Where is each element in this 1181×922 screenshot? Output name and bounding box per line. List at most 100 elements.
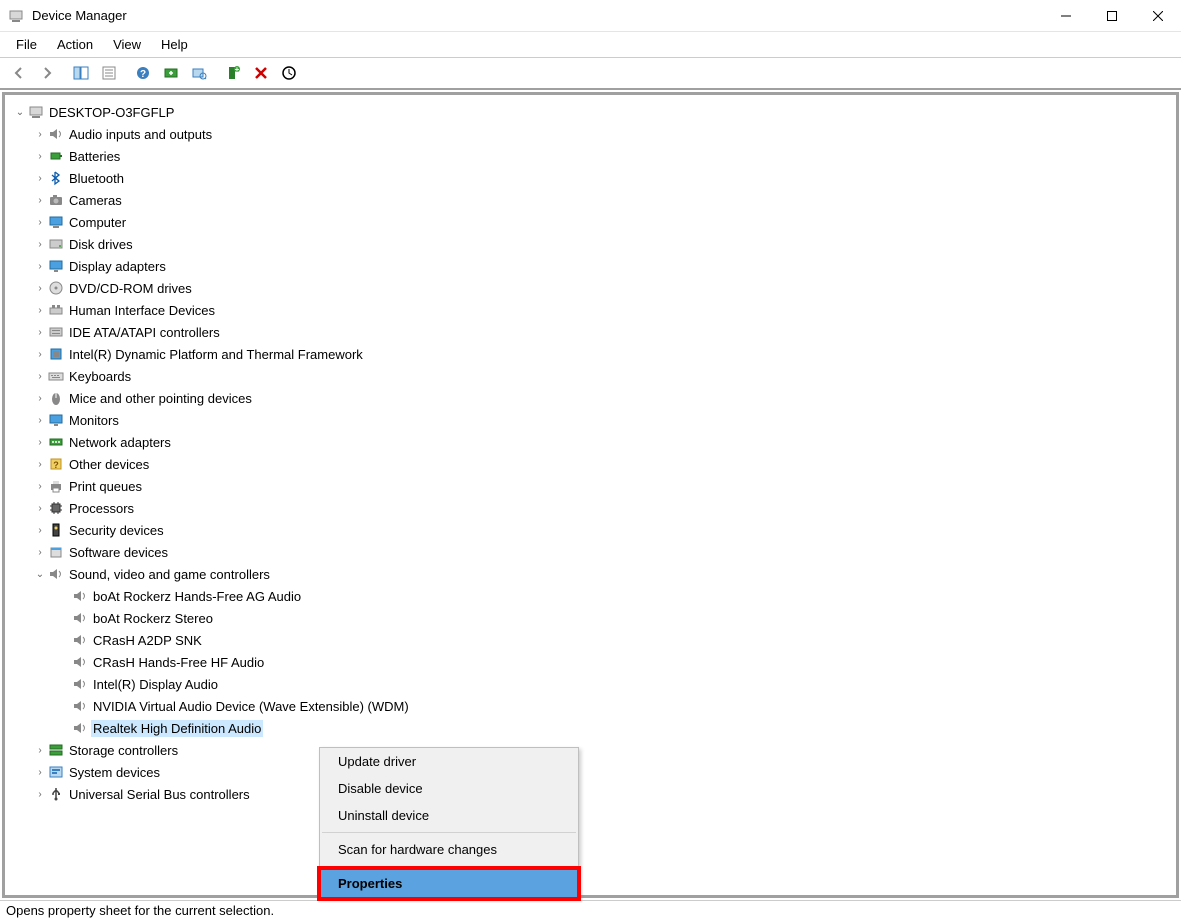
tree-item-cat-7[interactable]: › DVD/CD-ROM drives: [29, 277, 1172, 299]
tree-item-cat-10[interactable]: › Intel(R) Dynamic Platform and Thermal F…: [29, 343, 1172, 365]
minimize-button[interactable]: [1043, 0, 1089, 32]
help-button[interactable]: ?: [130, 61, 156, 85]
tree-item-dev-20-3[interactable]: CRasH Hands-Free HF Audio: [53, 651, 1172, 673]
tree-item-cat-23[interactable]: › Universal Serial Bus controllers: [29, 783, 1172, 805]
tree-label[interactable]: Sound, video and game controllers: [67, 566, 272, 583]
expander-closed-icon[interactable]: ›: [33, 305, 47, 316]
context-menu-item-scan-for-hardware-changes[interactable]: Scan for hardware changes: [320, 836, 578, 863]
tree-label[interactable]: DVD/CD-ROM drives: [67, 280, 194, 297]
context-menu-item-properties[interactable]: Properties: [320, 870, 578, 897]
tree-item-cat-21[interactable]: › Storage controllers: [29, 739, 1172, 761]
context-menu-item-disable-device[interactable]: Disable device: [320, 775, 578, 802]
expander-closed-icon[interactable]: ›: [33, 173, 47, 184]
menu-help[interactable]: Help: [153, 35, 196, 54]
tree-item-cat-17[interactable]: ›Processors: [29, 497, 1172, 519]
expander-closed-icon[interactable]: ›: [33, 129, 47, 140]
scan-hardware-toolbar-button[interactable]: [186, 61, 212, 85]
tree-item-cat-22[interactable]: › System devices: [29, 761, 1172, 783]
tree-item-dev-20-0[interactable]: boAt Rockerz Hands-Free AG Audio: [53, 585, 1172, 607]
tree-item-root[interactable]: ⌄ DESKTOP-O3FGFLP: [9, 101, 1172, 123]
expander-open-icon[interactable]: ⌄: [13, 107, 27, 118]
tree-item-cat-16[interactable]: ›Print queues: [29, 475, 1172, 497]
tree-item-cat-5[interactable]: ›Disk drives: [29, 233, 1172, 255]
expander-closed-icon[interactable]: ›: [33, 283, 47, 294]
expander-closed-icon[interactable]: ›: [33, 195, 47, 206]
context-menu-item-update-driver[interactable]: Update driver: [320, 748, 578, 775]
tree-label[interactable]: Print queues: [67, 478, 144, 495]
properties-button[interactable]: [96, 61, 122, 85]
tree-item-cat-20[interactable]: ⌄ Sound, video and game controllers: [29, 563, 1172, 585]
tree-label[interactable]: IDE ATA/ATAPI controllers: [67, 324, 222, 341]
tree-item-cat-13[interactable]: › Monitors: [29, 409, 1172, 431]
tree-label[interactable]: Cameras: [67, 192, 124, 209]
tree-label[interactable]: Network adapters: [67, 434, 173, 451]
tree-label[interactable]: Audio inputs and outputs: [67, 126, 214, 143]
tree-label[interactable]: Realtek High Definition Audio: [91, 720, 263, 737]
tree-label[interactable]: Display adapters: [67, 258, 168, 275]
menu-action[interactable]: Action: [49, 35, 101, 54]
tree-item-cat-9[interactable]: ›IDE ATA/ATAPI controllers: [29, 321, 1172, 343]
tree-item-dev-20-2[interactable]: CRasH A2DP SNK: [53, 629, 1172, 651]
tree-label[interactable]: NVIDIA Virtual Audio Device (Wave Extens…: [91, 698, 411, 715]
expander-closed-icon[interactable]: ›: [33, 393, 47, 404]
expander-closed-icon[interactable]: ›: [33, 459, 47, 470]
expander-closed-icon[interactable]: ›: [33, 745, 47, 756]
show-hide-console-tree-button[interactable]: [68, 61, 94, 85]
tree-item-cat-8[interactable]: › Human Interface Devices: [29, 299, 1172, 321]
menu-file[interactable]: File: [8, 35, 45, 54]
tree-item-cat-6[interactable]: › Display adapters: [29, 255, 1172, 277]
expander-closed-icon[interactable]: ›: [33, 239, 47, 250]
scan-for-changes-button[interactable]: [276, 61, 302, 85]
tree-item-cat-15[interactable]: ›?Other devices: [29, 453, 1172, 475]
forward-button[interactable]: [34, 61, 60, 85]
tree-item-cat-4[interactable]: › Computer: [29, 211, 1172, 233]
tree-label[interactable]: Monitors: [67, 412, 121, 429]
expander-closed-icon[interactable]: ›: [33, 349, 47, 360]
expander-closed-icon[interactable]: ›: [33, 217, 47, 228]
tree-label[interactable]: DESKTOP-O3FGFLP: [47, 104, 176, 121]
add-legacy-hardware-button[interactable]: +: [220, 61, 246, 85]
tree-label[interactable]: System devices: [67, 764, 162, 781]
tree-label[interactable]: Mice and other pointing devices: [67, 390, 254, 407]
tree-label[interactable]: Batteries: [67, 148, 122, 165]
tree-label[interactable]: Universal Serial Bus controllers: [67, 786, 252, 803]
tree-item-cat-2[interactable]: › Bluetooth: [29, 167, 1172, 189]
tree-label[interactable]: Intel(R) Dynamic Platform and Thermal Fr…: [67, 346, 365, 363]
expander-closed-icon[interactable]: ›: [33, 151, 47, 162]
maximize-button[interactable]: [1089, 0, 1135, 32]
context-menu-item-uninstall-device[interactable]: Uninstall device: [320, 802, 578, 829]
tree-label[interactable]: boAt Rockerz Stereo: [91, 610, 215, 627]
tree-label[interactable]: Computer: [67, 214, 128, 231]
device-tree[interactable]: ⌄DESKTOP-O3FGFLP›Audio inputs and output…: [2, 92, 1179, 898]
tree-item-cat-0[interactable]: › Audio inputs and outputs: [29, 123, 1172, 145]
tree-label[interactable]: Keyboards: [67, 368, 133, 385]
tree-label[interactable]: Human Interface Devices: [67, 302, 217, 319]
expander-open-icon[interactable]: ⌄: [33, 569, 47, 580]
tree-label[interactable]: Intel(R) Display Audio: [91, 676, 220, 693]
close-button[interactable]: [1135, 0, 1181, 32]
tree-label[interactable]: Bluetooth: [67, 170, 126, 187]
update-driver-toolbar-button[interactable]: [158, 61, 184, 85]
tree-item-cat-18[interactable]: ›Security devices: [29, 519, 1172, 541]
expander-closed-icon[interactable]: ›: [33, 767, 47, 778]
expander-closed-icon[interactable]: ›: [33, 547, 47, 558]
tree-item-cat-3[interactable]: › Cameras: [29, 189, 1172, 211]
expander-closed-icon[interactable]: ›: [33, 261, 47, 272]
tree-label[interactable]: Security devices: [67, 522, 166, 539]
tree-item-cat-11[interactable]: › Keyboards: [29, 365, 1172, 387]
tree-item-dev-20-5[interactable]: NVIDIA Virtual Audio Device (Wave Extens…: [53, 695, 1172, 717]
tree-label[interactable]: Other devices: [67, 456, 151, 473]
expander-closed-icon[interactable]: ›: [33, 371, 47, 382]
uninstall-device-button[interactable]: [248, 61, 274, 85]
tree-label[interactable]: CRasH A2DP SNK: [91, 632, 204, 649]
menu-view[interactable]: View: [105, 35, 149, 54]
expander-closed-icon[interactable]: ›: [33, 789, 47, 800]
tree-label[interactable]: Processors: [67, 500, 136, 517]
tree-item-cat-19[interactable]: › Software devices: [29, 541, 1172, 563]
tree-item-cat-14[interactable]: ›Network adapters: [29, 431, 1172, 453]
tree-label[interactable]: Software devices: [67, 544, 170, 561]
tree-item-dev-20-6[interactable]: Realtek High Definition Audio: [53, 717, 1172, 739]
expander-closed-icon[interactable]: ›: [33, 415, 47, 426]
tree-label[interactable]: Storage controllers: [67, 742, 180, 759]
tree-item-dev-20-4[interactable]: Intel(R) Display Audio: [53, 673, 1172, 695]
